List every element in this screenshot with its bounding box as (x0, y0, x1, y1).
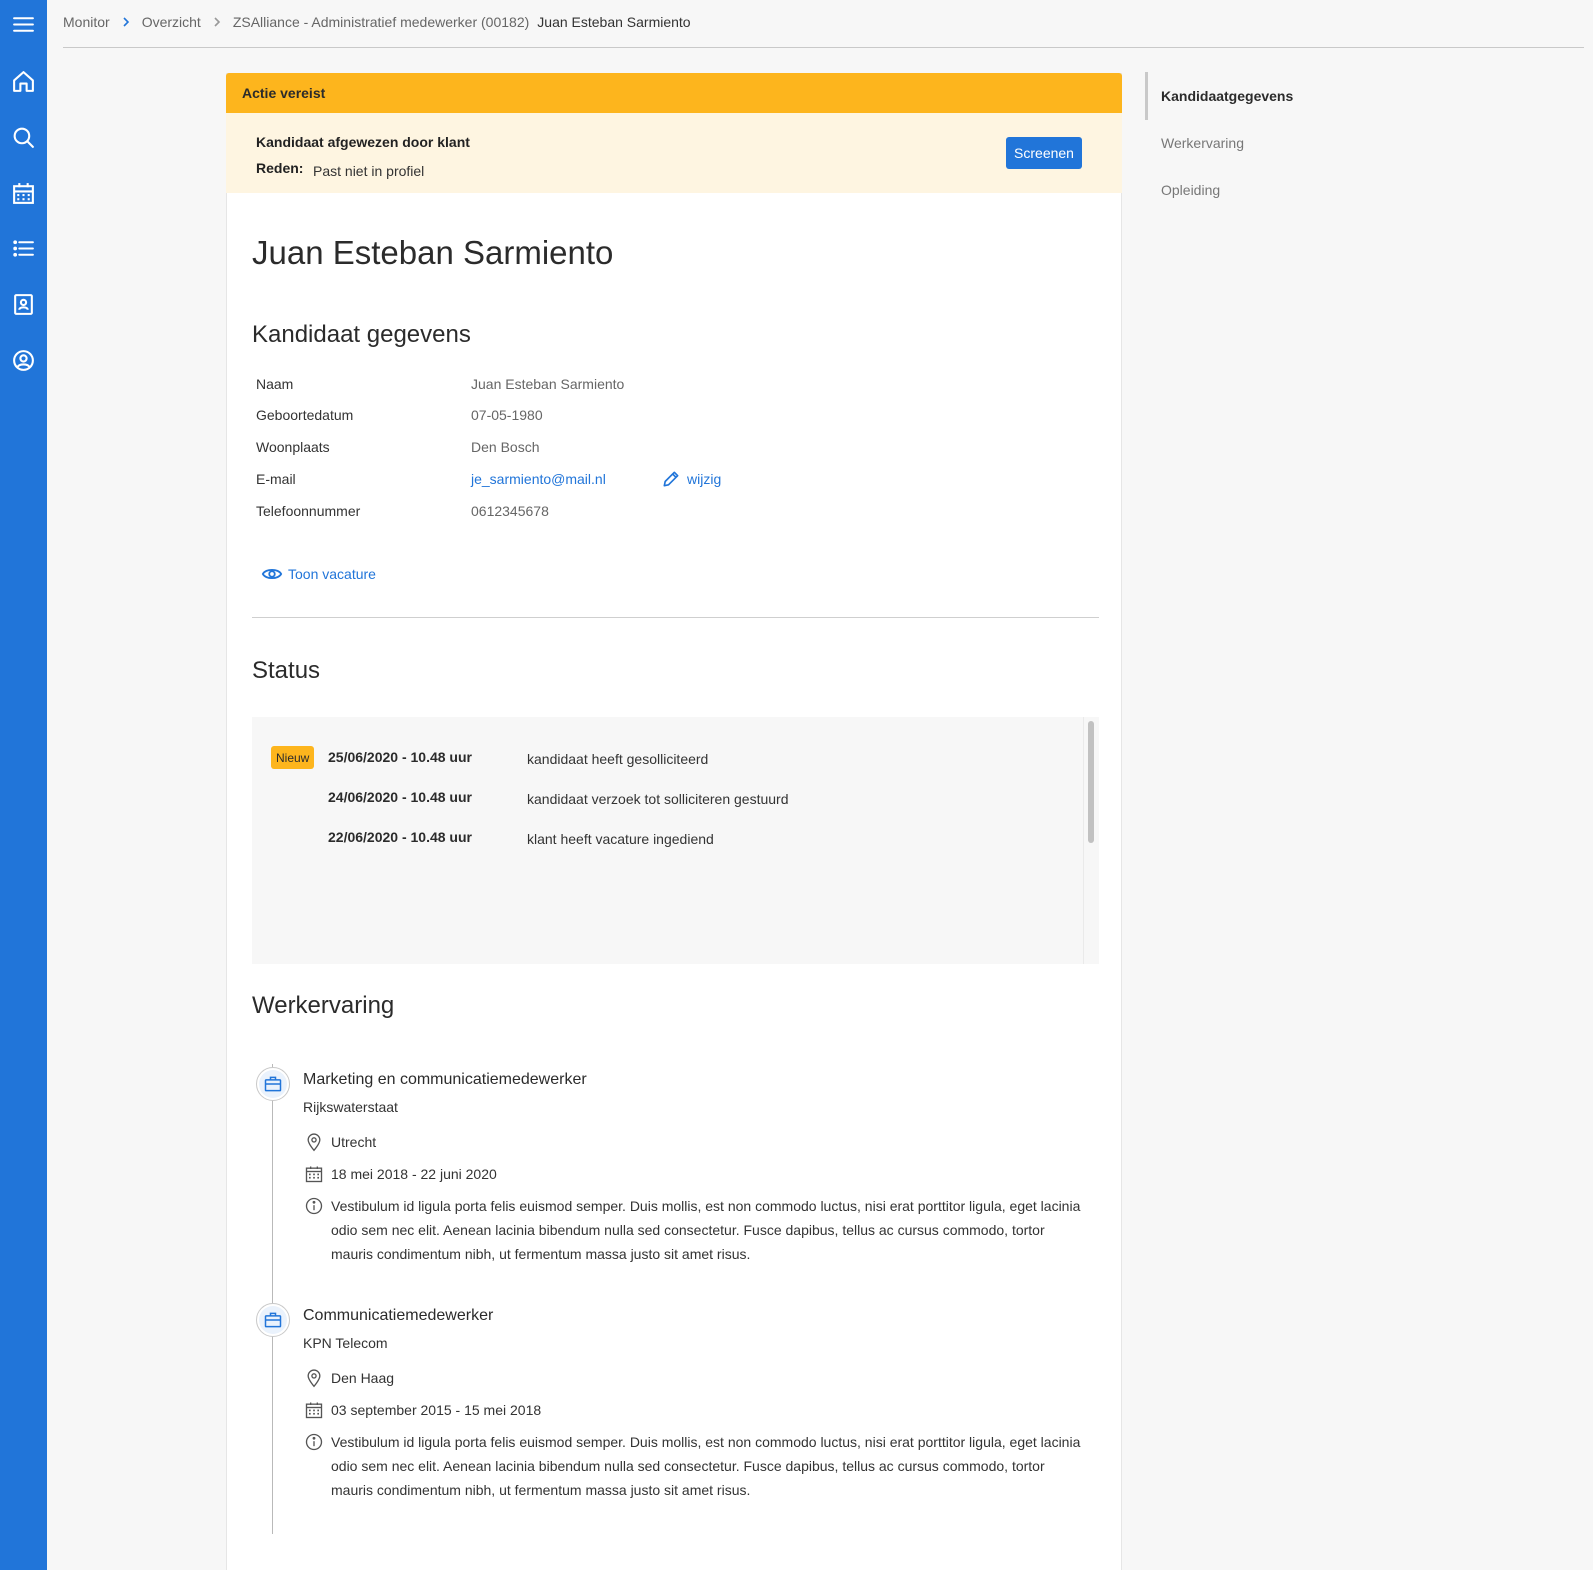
briefcase-icon (256, 1303, 290, 1337)
job-period: 03 september 2015 - 15 mei 2018 (304, 1400, 541, 1420)
chevron-right-icon (120, 16, 132, 28)
job-company: Rijkswaterstaat (303, 1099, 398, 1115)
breadcrumb-monitor[interactable]: Monitor (63, 14, 110, 30)
sidebar (0, 0, 47, 1570)
info-label: E-mail (256, 471, 296, 487)
section-title-status: Status (252, 657, 321, 684)
alert-header: Actie vereist (226, 73, 1122, 113)
header-divider (63, 47, 1584, 48)
status-timeline[interactable]: Nieuw 25/06/2020 - 10.48 uur kandidaat h… (252, 717, 1099, 964)
info-value: 0612345678 (471, 503, 549, 519)
list-icon[interactable] (11, 236, 36, 261)
calendar-icon (305, 1402, 323, 1419)
edit-email-link[interactable]: wijzig (661, 469, 721, 489)
info-value: Juan Esteban Sarmiento (471, 376, 625, 392)
status-date: 22/06/2020 - 10.48 uur (328, 829, 472, 845)
status-date: 24/06/2020 - 10.48 uur (328, 789, 472, 805)
anchor-nav: Kandidaatgegevens Werkervaring Opleiding (1145, 72, 1345, 212)
job-period: 18 mei 2018 - 22 juni 2020 (304, 1164, 497, 1184)
alert-reason-label: Reden: (256, 160, 304, 176)
screen-button[interactable]: Screenen (1006, 137, 1082, 169)
section-title-candidate: Kandidaat gegevens (252, 321, 471, 348)
alert-body: Kandidaat afgewezen door klant Reden: Pa… (226, 113, 1122, 193)
location-pin-icon (307, 1133, 321, 1152)
timeline-line (272, 1064, 273, 1534)
briefcase-icon (256, 1067, 290, 1101)
menu-icon[interactable] (11, 12, 36, 37)
job-description-text: Vestibulum id ligula porta felis euismod… (331, 1198, 1081, 1262)
job-location-text: Utrecht (331, 1134, 377, 1150)
job-title: Communicatiemedewerker (303, 1307, 494, 1324)
scrollbar-track[interactable] (1083, 717, 1099, 964)
calendar-icon[interactable] (11, 181, 36, 206)
alert-reason: Past niet in profiel (313, 163, 425, 179)
status-date: 25/06/2020 - 10.48 uur (328, 749, 472, 765)
scrollbar-thumb[interactable] (1088, 721, 1094, 843)
location-pin-icon (307, 1369, 321, 1388)
alert-title: Kandidaat afgewezen door klant (256, 134, 470, 150)
anchor-werkervaring[interactable]: Werkervaring (1161, 135, 1244, 151)
info-label: Geboortedatum (256, 407, 354, 423)
status-text: klant heeft vacature ingediend (527, 831, 714, 847)
job-location: Den Haag (304, 1368, 394, 1388)
job-title: Marketing en communicatiemedewerker (303, 1071, 587, 1088)
status-text: kandidaat heeft gesolliciteerd (527, 751, 709, 767)
status-badge: Nieuw (271, 746, 315, 769)
home-icon[interactable] (11, 69, 36, 94)
show-vacancy-link[interactable]: Toon vacature (261, 563, 376, 585)
info-label: Telefoonnummer (256, 503, 361, 519)
info-icon (305, 1433, 323, 1451)
job-location: Utrecht (304, 1132, 376, 1152)
breadcrumb-overzicht[interactable]: Overzicht (142, 14, 201, 30)
job-description: Vestibulum id ligula porta felis euismod… (304, 1430, 1084, 1502)
job-period-text: 18 mei 2018 - 22 juni 2020 (331, 1166, 497, 1182)
candidate-name: Juan Esteban Sarmiento (252, 234, 614, 271)
account-icon[interactable] (11, 348, 36, 373)
section-title-experience: Werkervaring (252, 992, 395, 1019)
breadcrumb-vacancy[interactable]: ZSAlliance - Administratief medewerker (… (233, 14, 529, 30)
breadcrumb: Monitor Overzicht ZSAlliance - Administr… (63, 11, 691, 33)
anchor-opleiding[interactable]: Opleiding (1161, 182, 1220, 198)
chevron-right-icon (211, 16, 223, 28)
info-value: 07-05-1980 (471, 407, 543, 423)
info-label: Woonplaats (256, 439, 330, 455)
breadcrumb-current: Juan Esteban Sarmiento (537, 14, 691, 30)
job-description: Vestibulum id ligula porta felis euismod… (304, 1194, 1084, 1266)
info-label: Naam (256, 376, 294, 392)
job-company: KPN Telecom (303, 1335, 388, 1351)
status-text: kandidaat verzoek tot solliciteren gestu… (527, 791, 789, 807)
anchor-active-indicator (1145, 72, 1148, 120)
section-divider (252, 617, 1099, 618)
edit-label: wijzig (687, 471, 722, 487)
job-period-text: 03 september 2015 - 15 mei 2018 (331, 1402, 542, 1418)
search-icon[interactable] (11, 125, 36, 150)
eye-icon (261, 568, 283, 580)
calendar-icon (305, 1166, 323, 1183)
pencil-icon (663, 471, 679, 487)
anchor-kandidaatgegevens[interactable]: Kandidaatgegevens (1161, 88, 1293, 104)
job-description-text: Vestibulum id ligula porta felis euismod… (331, 1434, 1081, 1498)
job-location-text: Den Haag (331, 1370, 395, 1386)
show-vacancy-label: Toon vacature (288, 566, 376, 582)
info-icon (305, 1197, 323, 1215)
contacts-icon[interactable] (11, 292, 36, 317)
info-value: Den Bosch (471, 439, 540, 455)
candidate-card: Actie vereist Kandidaat afgewezen door k… (226, 73, 1122, 1570)
email-link[interactable]: je_sarmiento@mail.nl (471, 471, 606, 487)
